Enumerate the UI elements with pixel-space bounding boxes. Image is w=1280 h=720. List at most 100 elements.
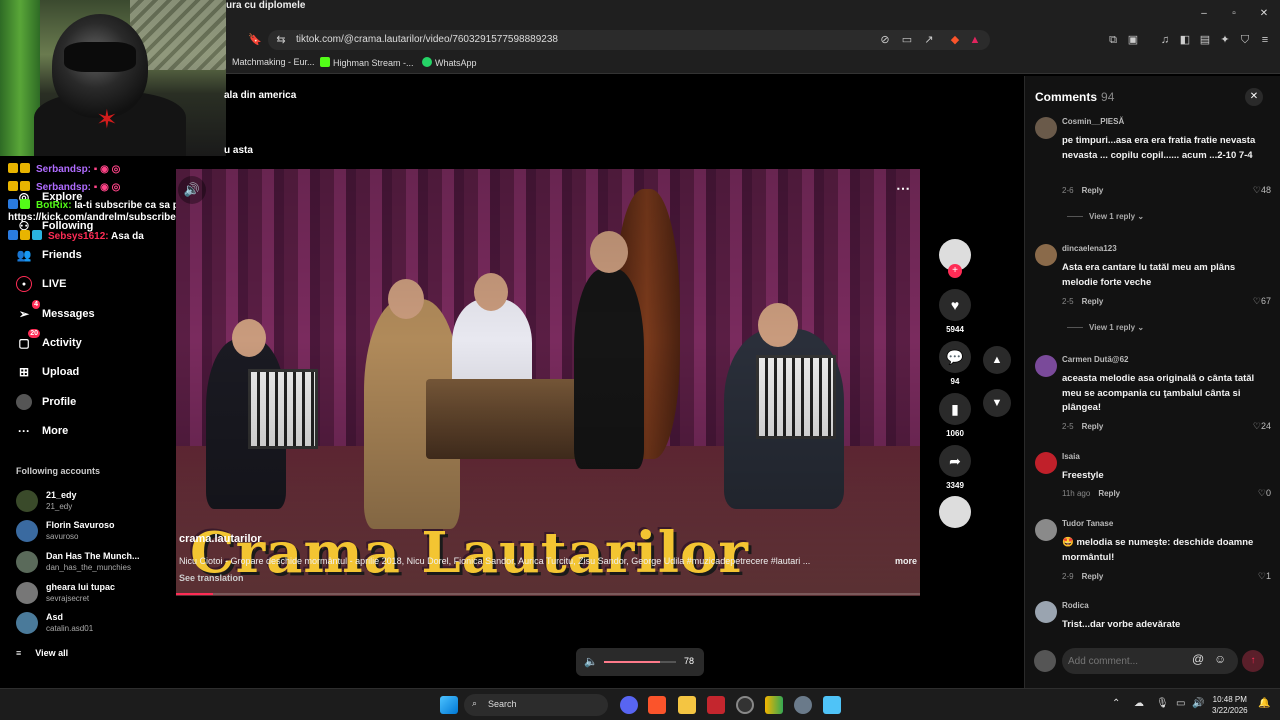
sidebar-item-friends[interactable]: 👥 Friends bbox=[16, 244, 82, 266]
app-icon[interactable] bbox=[707, 696, 725, 714]
share-button[interactable]: ➦ bbox=[939, 445, 971, 477]
site-info-icon[interactable]: ⇆ bbox=[274, 33, 288, 47]
volume-icon[interactable]: 🔊 bbox=[1192, 698, 1204, 709]
reply-button[interactable]: Reply bbox=[1082, 422, 1104, 431]
avatar[interactable] bbox=[1035, 355, 1057, 377]
tab-title[interactable]: ura cu diplomele bbox=[226, 0, 305, 11]
avatar[interactable] bbox=[1035, 244, 1057, 266]
comment-like-button[interactable]: ♡24 bbox=[1253, 421, 1271, 432]
brave-shield-icon[interactable]: ◆ bbox=[948, 33, 962, 47]
view-replies-button[interactable]: View 1 reply ⌄ bbox=[1067, 323, 1144, 332]
bookmark-whatsapp[interactable]: WhatsApp bbox=[422, 57, 477, 68]
comment-like-button[interactable]: ♡67 bbox=[1253, 296, 1271, 307]
emoji-icon[interactable]: ☺ bbox=[1214, 652, 1226, 666]
tray-app-icon[interactable]: ☁ bbox=[1134, 698, 1144, 709]
previous-video-button[interactable]: ▲ bbox=[983, 346, 1011, 374]
ai-icon[interactable]: ✦ bbox=[1218, 33, 1232, 47]
music-icon[interactable]: ♫ bbox=[1158, 33, 1172, 47]
reply-button[interactable]: Reply bbox=[1098, 489, 1120, 498]
no-track-icon[interactable]: ⊘ bbox=[878, 33, 892, 47]
taskbar-search[interactable]: ⌕ Search bbox=[464, 694, 608, 716]
view-all-link[interactable]: ≡ View all bbox=[16, 648, 68, 658]
sidebar-item-profile[interactable]: Profile bbox=[16, 391, 76, 413]
reply-button[interactable]: Reply bbox=[1082, 186, 1104, 195]
video-options-button[interactable]: ⋯ bbox=[896, 180, 910, 197]
notepad-icon[interactable] bbox=[823, 696, 841, 714]
wallet-icon[interactable]: ▤ bbox=[1198, 33, 1212, 47]
messages-badge: 4 bbox=[32, 300, 40, 309]
following-account[interactable]: Florin Savuroso savuroso bbox=[16, 518, 156, 544]
sidebar-item-activity[interactable]: ▢ 20 Activity bbox=[16, 329, 82, 354]
extensions-icon[interactable]: ⧉ bbox=[1106, 33, 1120, 47]
following-account[interactable]: gheara lui tupac sevrajsecret bbox=[16, 580, 156, 606]
chevron-up-icon[interactable]: ⌃ bbox=[1112, 698, 1120, 709]
send-icon: ➢ 4 bbox=[18, 300, 40, 321]
start-icon[interactable] bbox=[440, 696, 458, 714]
brave-icon[interactable] bbox=[648, 696, 666, 714]
sidebar-icon[interactable]: ◧ bbox=[1178, 33, 1192, 47]
sidebar-item-more[interactable]: ··· More bbox=[16, 420, 68, 442]
tab-icon[interactable]: ▣ bbox=[1126, 33, 1140, 47]
url-field[interactable]: ⇆ tiktok.com/@crama.lautarilor/video/760… bbox=[268, 30, 990, 50]
taskbar-clock[interactable]: 10:48 PM 3/22/2026 bbox=[1212, 694, 1248, 716]
share-icon[interactable]: ↗ bbox=[922, 33, 936, 47]
menu-icon[interactable]: ≡ bbox=[1258, 33, 1272, 47]
avatar[interactable] bbox=[1035, 452, 1057, 474]
network-icon[interactable]: ▭ bbox=[1176, 698, 1185, 709]
reply-button[interactable]: Reply bbox=[1082, 572, 1104, 581]
volume-slider[interactable] bbox=[604, 661, 676, 663]
comment-user[interactable]: Rodica bbox=[1062, 601, 1089, 610]
see-translation-link[interactable]: See translation bbox=[179, 573, 244, 583]
microphone-icon[interactable]: 🎙 bbox=[1156, 698, 1169, 709]
post-comment-button[interactable]: ↑ bbox=[1242, 650, 1264, 672]
avatar[interactable] bbox=[1035, 601, 1057, 623]
comment-like-button[interactable]: ♡48 bbox=[1253, 185, 1271, 196]
app-icon[interactable] bbox=[765, 696, 783, 714]
notification-icon[interactable]: 🔔 bbox=[1258, 698, 1270, 709]
mention-icon[interactable]: @ bbox=[1192, 652, 1204, 666]
save-button[interactable]: ▮ bbox=[939, 393, 971, 425]
avatar[interactable] bbox=[1035, 519, 1057, 541]
maximize-button[interactable]: ▫ bbox=[1224, 6, 1244, 22]
folder-icon[interactable] bbox=[678, 696, 696, 714]
video-progress-bar[interactable] bbox=[176, 593, 920, 595]
comment-button[interactable]: 💬 bbox=[939, 341, 971, 373]
view-replies-button[interactable]: View 1 reply ⌄ bbox=[1067, 212, 1144, 221]
avatar[interactable] bbox=[1035, 117, 1057, 139]
next-video-button[interactable]: ▼ bbox=[983, 389, 1011, 417]
reply-button[interactable]: Reply bbox=[1082, 297, 1104, 306]
sidebar-item-upload[interactable]: ⊞ Upload bbox=[16, 361, 79, 383]
comment-user[interactable]: Tudor Tanase bbox=[1062, 519, 1113, 528]
comment-like-button[interactable]: ♡0 bbox=[1258, 488, 1271, 499]
following-account[interactable]: Asd catalin.asd01 bbox=[16, 610, 156, 636]
screen-icon[interactable]: ▭ bbox=[900, 33, 914, 47]
following-account[interactable]: Dan Has The Munch... dan_has_the_munchies bbox=[16, 549, 156, 575]
vpn-icon[interactable]: ⛉ bbox=[1238, 33, 1252, 47]
comment-user[interactable]: dincaelena123 bbox=[1062, 244, 1117, 253]
more-link[interactable]: more bbox=[895, 556, 917, 566]
following-account[interactable]: 21_edy 21_edy bbox=[16, 488, 156, 514]
discord-icon[interactable] bbox=[620, 696, 638, 714]
video-author[interactable]: crama.lautarilor bbox=[179, 533, 262, 545]
minimize-button[interactable]: – bbox=[1194, 6, 1214, 22]
comment-like-button[interactable]: ♡1 bbox=[1258, 571, 1271, 582]
comment-user[interactable]: Cosmin__PIESĂ bbox=[1062, 117, 1124, 126]
bookmark-matchmaking[interactable]: Matchmaking - Eur... bbox=[232, 57, 315, 67]
obs-icon[interactable] bbox=[736, 696, 754, 714]
sidebar-item-live[interactable]: ● LIVE bbox=[16, 273, 66, 295]
like-button[interactable]: ♥ bbox=[939, 289, 971, 321]
sidebar-item-messages[interactable]: ➢ 4 Messages bbox=[16, 300, 95, 325]
settings-icon[interactable] bbox=[794, 696, 812, 714]
comment-user[interactable]: Carmen Dută@62 bbox=[1062, 355, 1129, 364]
volume-toggle-button[interactable]: 🔊 bbox=[178, 176, 206, 204]
follow-plus-icon[interactable]: + bbox=[948, 264, 962, 278]
rewards-icon[interactable]: ▲ bbox=[968, 33, 982, 47]
bookmark-highman[interactable]: Highman Stream -... bbox=[320, 57, 414, 68]
close-window-button[interactable]: ✕ bbox=[1254, 6, 1274, 22]
comment-item: Tudor Tanase 🤩 melodia se numește: desch… bbox=[1035, 519, 1271, 585]
bookmark-icon[interactable]: 🔖 bbox=[248, 33, 262, 47]
comment-input[interactable] bbox=[1062, 648, 1238, 674]
sound-disc-avatar[interactable] bbox=[939, 496, 971, 528]
comment-user[interactable]: Isaia bbox=[1062, 452, 1080, 461]
close-comments-button[interactable]: ✕ bbox=[1245, 88, 1263, 106]
